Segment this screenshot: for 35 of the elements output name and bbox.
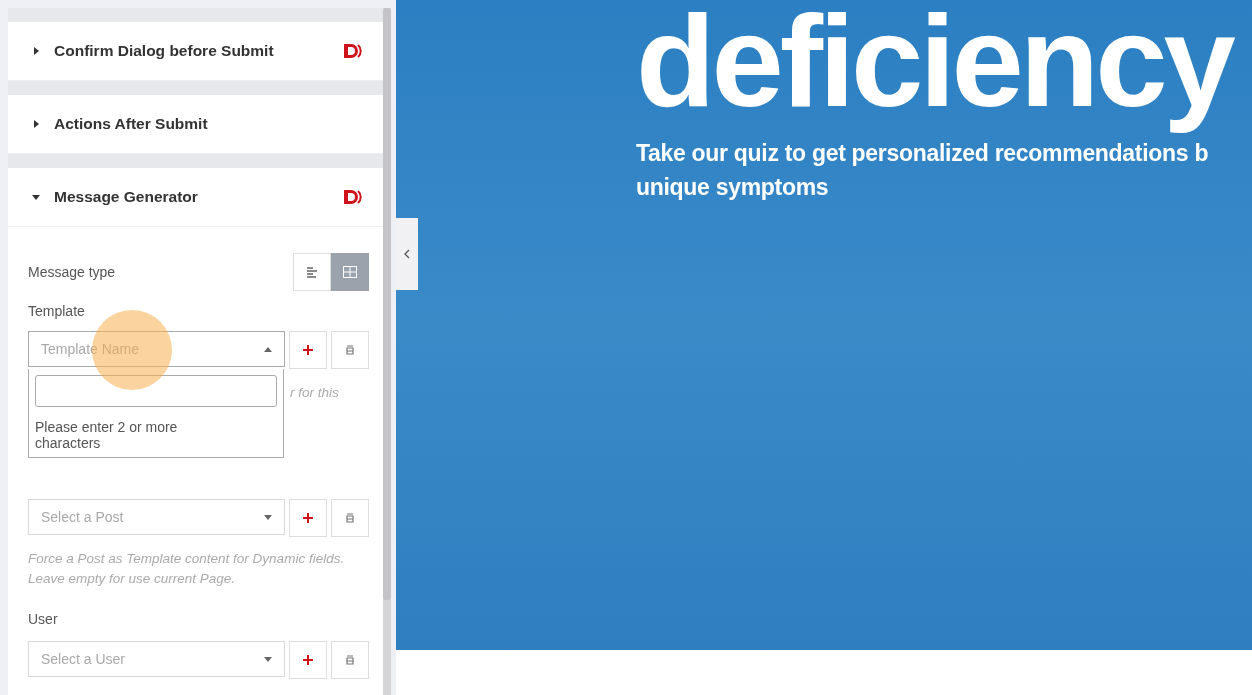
hero-subtitle: Take our quiz to get personalized recommendations b <box>636 139 1210 168</box>
plus-icon <box>303 655 313 665</box>
add-button[interactable] <box>289 499 327 537</box>
field-label: User <box>28 611 59 627</box>
plus-icon <box>303 345 313 355</box>
trash-icon <box>346 345 354 355</box>
add-button[interactable] <box>289 331 327 369</box>
grid-icon <box>343 266 357 278</box>
section-title: Actions After Submit <box>54 115 209 133</box>
caret-icon <box>264 656 272 662</box>
grid-toggle-button[interactable] <box>331 253 369 291</box>
trash-icon <box>346 513 354 523</box>
text-toggle-button[interactable] <box>293 253 331 291</box>
chevron-left-icon <box>404 249 410 259</box>
field-label: Template <box>28 303 86 319</box>
field-label: Message type <box>28 264 116 280</box>
hint-text: r for this <box>290 384 339 402</box>
hero-heading: deficiency <box>636 0 1235 136</box>
plus-icon <box>303 513 313 523</box>
hint-text: Force a Post as Template content for Dynamic fields. Leave empty for use current Page. <box>28 550 346 588</box>
section-header[interactable]: Message Generator <box>8 168 383 227</box>
dropdown-message: Please enter 2 or more characters <box>35 419 179 451</box>
caret-icon <box>264 346 272 352</box>
search-field[interactable] <box>35 375 277 407</box>
scrollbar-thumb[interactable] <box>383 8 391 600</box>
section-title: Message Generator <box>54 188 199 206</box>
add-button[interactable] <box>289 641 327 679</box>
section-title: Confirm Dialog before Submit <box>54 42 275 60</box>
caret-icon <box>32 47 40 55</box>
align-left-icon <box>306 266 318 278</box>
trash-icon <box>346 655 354 665</box>
caret-icon <box>32 120 40 128</box>
caret-icon <box>264 514 272 520</box>
hero-subtitle: unique symptoms <box>636 173 830 202</box>
caret-icon <box>32 193 40 201</box>
